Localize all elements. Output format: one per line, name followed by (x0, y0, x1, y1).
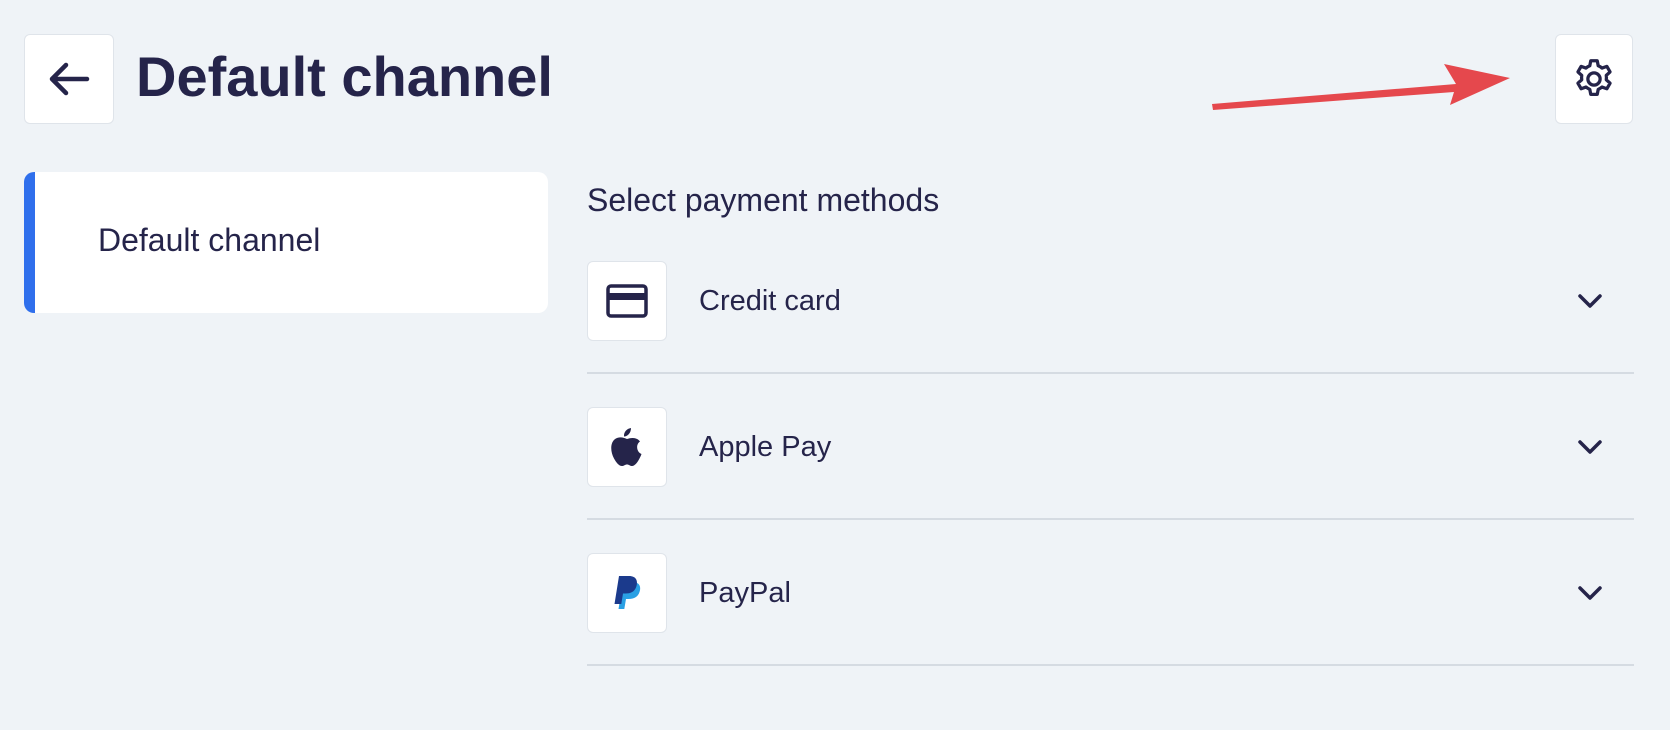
method-icon-box (587, 553, 667, 633)
chevron-down-icon[interactable] (1574, 431, 1606, 463)
annotation-arrow (1212, 64, 1510, 110)
paypal-icon (614, 576, 641, 609)
payment-method-apple-pay[interactable]: Apple Pay (587, 374, 1634, 520)
apple-icon (611, 428, 642, 467)
gear-icon (1576, 59, 1612, 96)
settings-button[interactable] (1555, 34, 1633, 124)
sidebar-item-label: Default channel (98, 222, 321, 258)
sidebar-active-indicator (24, 172, 35, 313)
back-button[interactable] (24, 34, 114, 124)
payment-method-credit-card[interactable]: Credit card (587, 228, 1634, 374)
credit-card-icon (606, 284, 648, 318)
chevron-down-icon[interactable] (1574, 577, 1606, 609)
page-title: Default channel (136, 45, 553, 108)
section-title: Select payment methods (587, 182, 940, 218)
arrow-left-icon (49, 62, 90, 96)
payment-method-label: PayPal (699, 577, 791, 609)
method-icon-box (587, 407, 667, 487)
chevron-down-icon[interactable] (1574, 285, 1606, 317)
payment-method-label: Credit card (699, 285, 841, 317)
page-header: Default channel (0, 0, 1670, 160)
sidebar-item-default-channel[interactable]: Default channel (24, 172, 548, 313)
method-icon-box (587, 261, 667, 341)
payment-method-paypal[interactable]: PayPal (587, 520, 1634, 666)
payment-method-label: Apple Pay (699, 431, 832, 463)
